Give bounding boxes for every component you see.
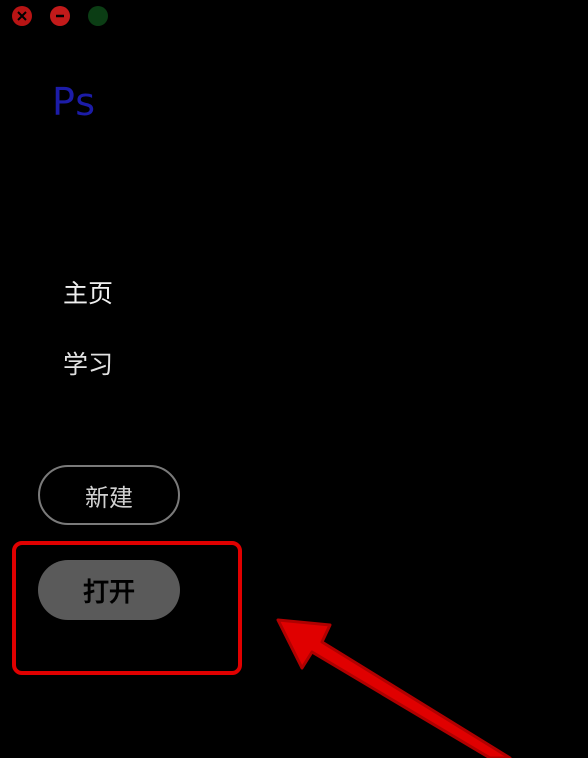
app-logo: Ps [52, 80, 97, 124]
close-glyph [17, 11, 27, 21]
minimize-icon[interactable] [50, 6, 70, 26]
highlight-box [12, 541, 242, 675]
nav-item-home[interactable]: 主页 [63, 274, 113, 310]
nav-item-learn[interactable]: 学习 [63, 345, 113, 381]
new-button[interactable]: 新建 [38, 465, 180, 525]
close-icon[interactable] [12, 6, 32, 26]
minimize-glyph [56, 14, 64, 18]
window-controls [12, 6, 108, 26]
arrow-shape [276, 618, 512, 758]
maximize-icon[interactable] [88, 6, 108, 26]
